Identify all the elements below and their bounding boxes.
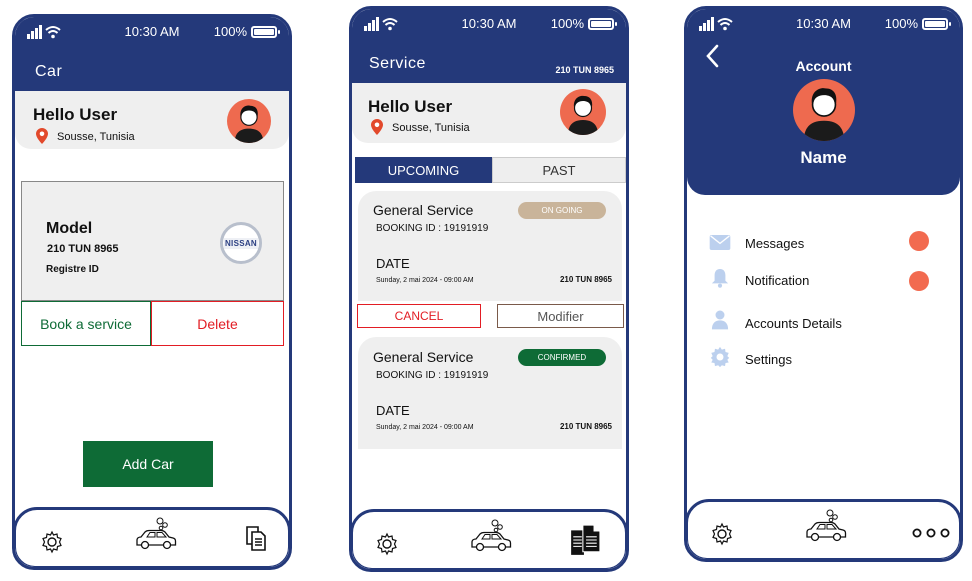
page-title: Car xyxy=(35,63,63,80)
nissan-logo-icon: NISSAN xyxy=(220,222,262,264)
location-text: Sousse, Tunisia xyxy=(392,122,470,134)
user-card: Hello User Sousse, Tunisia xyxy=(352,83,626,143)
car-card[interactable]: Model 210 TUN 8965 Registre ID NISSAN xyxy=(21,181,284,301)
location-pin-icon xyxy=(36,128,48,144)
battery-icon xyxy=(922,17,951,30)
booking-card[interactable]: General Service ON GOING BOOKING ID : 19… xyxy=(358,191,622,301)
user-card: Hello User Sousse, Tunisia xyxy=(15,91,289,149)
profile-name: Name xyxy=(800,148,847,167)
car-service-icon[interactable] xyxy=(804,508,848,546)
messages-notification-dot xyxy=(909,231,929,251)
battery-percent: 100% xyxy=(884,16,918,31)
tab-past[interactable]: PAST xyxy=(492,157,626,183)
delete-label: Delete xyxy=(197,315,238,332)
menu-item-label: Accounts Details xyxy=(745,316,842,331)
add-car-button[interactable]: Add Car xyxy=(83,441,213,487)
booking-plate: 210 TUN 8965 xyxy=(559,275,612,284)
modify-button[interactable]: Modifier xyxy=(497,304,624,328)
page-title: Service xyxy=(369,55,426,72)
battery-icon xyxy=(588,17,617,30)
status-badge-text: CONFIRMED xyxy=(537,353,587,362)
delete-button[interactable]: Delete xyxy=(151,301,284,346)
cancel-button[interactable]: CANCEL xyxy=(357,304,481,328)
envelope-icon xyxy=(709,235,731,250)
registre-id-label: Registre ID xyxy=(46,264,99,275)
service-name: General Service xyxy=(373,349,474,365)
settings-gear-icon[interactable] xyxy=(40,530,64,554)
menu-item-label: Messages xyxy=(745,236,805,251)
add-car-label: Add Car xyxy=(122,456,174,472)
greeting: Hello User xyxy=(33,105,118,124)
menu-item-settings[interactable]: Settings xyxy=(707,345,947,371)
location-pin-icon xyxy=(371,119,383,135)
notification-dot xyxy=(909,271,929,291)
modify-label: Modifier xyxy=(537,308,584,324)
bottom-tab-bar xyxy=(352,509,626,569)
battery-icon xyxy=(251,25,280,38)
settings-gear-icon[interactable] xyxy=(375,532,399,556)
menu-item-label: Settings xyxy=(745,352,792,367)
documents-icon[interactable] xyxy=(244,524,268,552)
service-name: General Service xyxy=(373,202,474,218)
menu-item-messages[interactable]: Messages xyxy=(707,229,947,255)
booking-id: BOOKING ID : 19191919 xyxy=(376,370,489,381)
tab-upcoming[interactable]: UPCOMING xyxy=(355,157,492,183)
car-service-icon[interactable] xyxy=(469,518,513,556)
status-bar: 10:30 AM 100% xyxy=(687,9,960,39)
bottom-tab-bar xyxy=(687,499,960,559)
booking-card[interactable]: General Service CONFIRMED BOOKING ID : 1… xyxy=(358,337,622,449)
booking-id: BOOKING ID : 19191919 xyxy=(376,223,489,234)
tab-past-label: PAST xyxy=(542,162,576,178)
menu-item-accounts-details[interactable]: Accounts Details xyxy=(707,309,947,335)
avatar[interactable] xyxy=(227,99,271,143)
page-title: Account xyxy=(795,58,852,74)
date-label: DATE xyxy=(376,256,410,271)
brand-logo-text: NISSAN xyxy=(223,237,259,249)
car-model-label: Model xyxy=(46,220,93,237)
header-plate: 210 TUN 8965 xyxy=(555,65,614,75)
booking-date: Sunday, 2 mai 2024 - 09:00 AM xyxy=(376,424,474,431)
battery-percent: 100% xyxy=(213,24,247,39)
booking-plate: 210 TUN 8965 xyxy=(559,422,612,431)
service-screen: 10:30 AM 100% Service 210 TUN 8965 Hello… xyxy=(349,6,629,572)
account-screen: 10:30 AM 100% Account Name Messages Noti… xyxy=(684,6,963,562)
book-service-button[interactable]: Book a service xyxy=(21,301,151,346)
status-bar: 10:30 AM 100% xyxy=(15,17,289,47)
status-badge-text: ON GOING xyxy=(541,206,583,215)
car-screen: 10:30 AM 100% Car Hello User Sousse, Tun… xyxy=(12,14,292,570)
menu-item-label: Notification xyxy=(745,273,810,288)
bell-icon xyxy=(711,269,729,288)
menu-item-notification[interactable]: Notification xyxy=(707,266,947,292)
status-badge: ON GOING xyxy=(518,202,606,219)
greeting: Hello User xyxy=(368,97,453,116)
date-label: DATE xyxy=(376,403,410,418)
avatar[interactable] xyxy=(560,89,606,135)
car-service-icon[interactable] xyxy=(134,516,178,554)
status-bar: 10:30 AM 100% xyxy=(352,9,626,39)
gear-icon xyxy=(710,346,730,368)
status-badge: CONFIRMED xyxy=(518,349,606,366)
user-icon xyxy=(711,310,729,330)
profile-avatar[interactable] xyxy=(793,79,855,141)
settings-gear-icon[interactable] xyxy=(710,522,734,546)
location-text: Sousse, Tunisia xyxy=(57,131,135,143)
bottom-tab-bar xyxy=(15,507,289,567)
more-options-icon[interactable] xyxy=(912,528,950,538)
book-service-label: Book a service xyxy=(40,315,132,332)
cancel-label: CANCEL xyxy=(394,309,444,323)
documents-filled-icon[interactable] xyxy=(569,524,601,556)
booking-date: Sunday, 2 mai 2024 - 09:00 AM xyxy=(376,277,474,284)
tab-upcoming-label: UPCOMING xyxy=(387,162,460,178)
car-plate: 210 TUN 8965 xyxy=(47,243,119,255)
battery-percent: 100% xyxy=(550,16,584,31)
